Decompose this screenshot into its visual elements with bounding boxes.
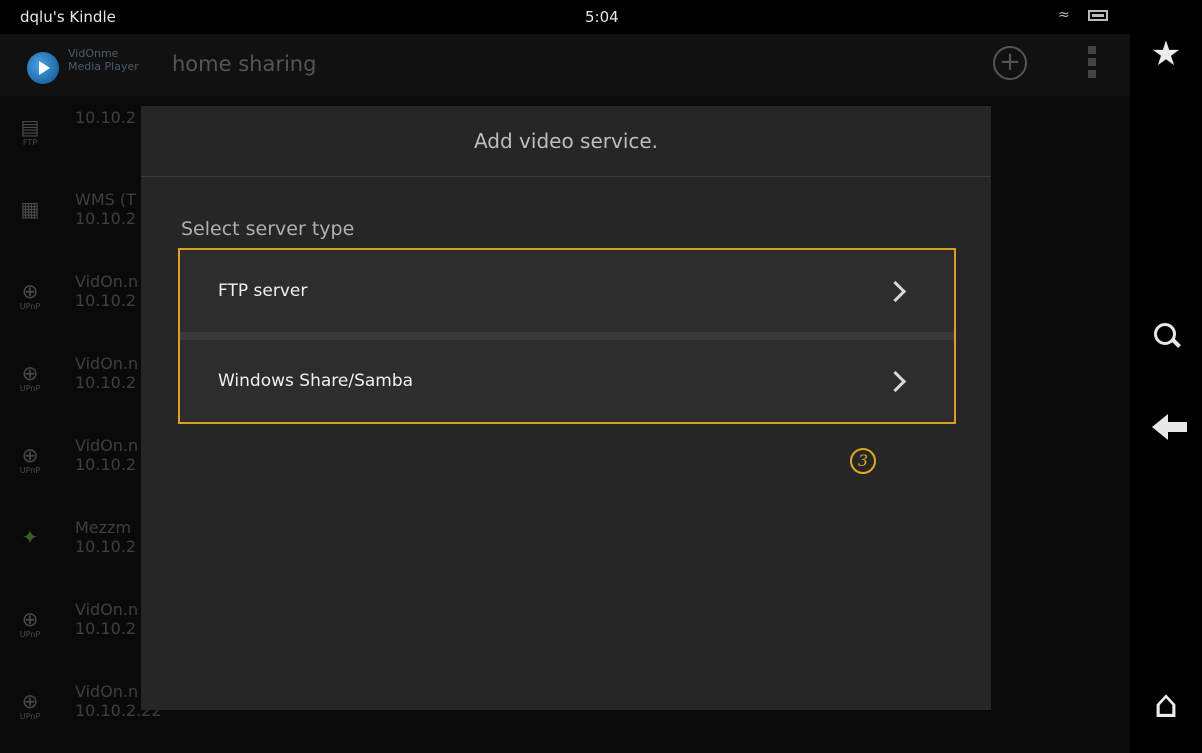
- globe-icon: ⊕ UPnP: [19, 279, 41, 311]
- page-title: home sharing: [172, 52, 317, 76]
- server-type-options: FTP server Windows Share/Samba: [178, 248, 956, 424]
- chevron-right-icon: [884, 280, 907, 303]
- device-name: dqlu's Kindle: [20, 8, 116, 26]
- search-icon[interactable]: [1130, 315, 1202, 355]
- step-marker: 3: [850, 448, 876, 474]
- wifi-icon: ≈: [1058, 7, 1070, 23]
- section-label: Select server type: [181, 218, 355, 240]
- system-sidebar: ★ ⌂: [1130, 0, 1202, 753]
- app-name-line2: Media Player: [68, 60, 139, 73]
- globe-icon: ⊕ UPnP: [19, 689, 41, 721]
- clock: 5:04: [585, 8, 619, 26]
- samba-option[interactable]: Windows Share/Samba: [180, 340, 954, 422]
- option-label: FTP server: [218, 281, 308, 301]
- back-arrow-icon[interactable]: [1130, 410, 1202, 444]
- app-name: VidOnme Media Player: [68, 47, 139, 73]
- option-label: Windows Share/Samba: [218, 371, 414, 391]
- dialog-title: Add video service.: [141, 106, 991, 177]
- globe-icon: ⊕ UPnP: [19, 361, 41, 393]
- divider: [180, 332, 954, 340]
- mezzmo-icon: ✦: [21, 525, 39, 549]
- star-icon[interactable]: ★: [1130, 34, 1202, 74]
- app-name-line1: VidOnme: [68, 47, 119, 60]
- chevron-right-icon: [884, 370, 907, 393]
- list-item-text: WMS (T 10.10.2: [75, 190, 137, 228]
- battery-icon: [1088, 10, 1108, 21]
- overflow-menu-icon[interactable]: [1086, 46, 1098, 84]
- wms-icon: ▦: [20, 197, 40, 221]
- list-item-text: 10.10.2: [75, 108, 137, 127]
- ftp-server-option[interactable]: FTP server: [180, 250, 954, 332]
- list-item-text: Mezzm 10.10.2: [75, 518, 137, 556]
- list-item-text: VidOn.n 10.10.2: [75, 272, 139, 310]
- list-item-text: VidOn.n 10.10.2: [75, 436, 139, 474]
- app-logo-icon: [27, 52, 59, 84]
- home-icon[interactable]: ⌂: [1130, 682, 1202, 726]
- list-item-text: VidOn.n 10.10.2: [75, 600, 139, 638]
- app-bar: VidOnme Media Player home sharing +: [0, 34, 1130, 96]
- plus-circle-icon[interactable]: +: [993, 46, 1027, 80]
- ftp-icon: ▤ FTP: [20, 115, 40, 147]
- list-item-text: VidOn.n 10.10.2: [75, 354, 139, 392]
- globe-icon: ⊕ UPnP: [19, 607, 41, 639]
- add-service-dialog: Add video service. Select server type FT…: [141, 106, 991, 710]
- globe-icon: ⊕ UPnP: [19, 443, 41, 475]
- status-bar: dqlu's Kindle 5:04 ≈: [0, 0, 1130, 34]
